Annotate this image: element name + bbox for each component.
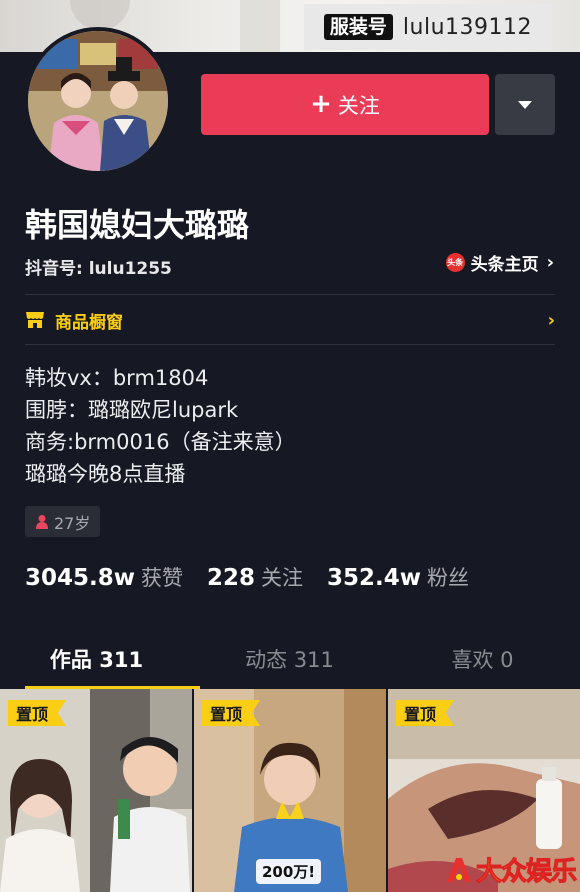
age-tag: 27岁 <box>25 506 101 537</box>
toutiao-homepage-link[interactable]: 头条 头条主页 › <box>445 250 554 275</box>
stat-label: 粉丝 <box>427 566 470 590</box>
content-tabs: 作品 311 动态 311 喜欢 0 <box>0 630 580 689</box>
divider <box>25 294 555 295</box>
banner-id-box: 服装号 lulu139112 <box>303 4 552 50</box>
more-options-button[interactable] <box>495 74 555 135</box>
stat-value: 352.4w <box>327 565 422 591</box>
watermark-logo-icon <box>446 857 471 882</box>
shop-icon <box>26 312 44 328</box>
stat-followers[interactable]: 352.4w 粉丝 <box>327 562 469 592</box>
video-caption: 200万! <box>256 859 322 884</box>
pinned-badge: 置顶 <box>396 700 455 726</box>
banner-decoration <box>70 0 130 30</box>
female-icon <box>36 514 48 529</box>
profile-nickname: 韩国媳妇大璐璐 <box>25 206 250 244</box>
shop-window-label: 商品橱窗 <box>55 312 123 333</box>
watermark: 大众娱乐 <box>444 851 578 888</box>
stat-label: 获赞 <box>141 566 184 590</box>
stat-value: 228 <box>207 565 256 591</box>
profile-stats: 3045.8w 获赞 228 关注 352.4w 粉丝 <box>25 562 493 592</box>
toutiao-link-label: 头条主页 <box>470 255 539 275</box>
age-tag-label: 27岁 <box>54 513 91 533</box>
profile-bio: 韩妆vx：brm1804 围脖：璐璐欧尼lupark 商务:brm0016（备注… <box>25 362 296 490</box>
banner-id-value: lulu139112 <box>402 14 532 40</box>
follow-button[interactable]: + 关注 <box>201 74 489 135</box>
pinned-badge: 置顶 <box>8 700 67 726</box>
douyin-id: 抖音号: lulu1255 <box>25 259 172 279</box>
bio-line: 韩妆vx：brm1804 <box>25 366 209 390</box>
stat-label: 关注 <box>261 566 304 590</box>
dropdown-triangle-icon <box>518 100 532 109</box>
stat-following[interactable]: 228 关注 <box>207 562 303 592</box>
bio-line: 璐璐今晚8点直播 <box>25 462 186 486</box>
video-thumbnail[interactable]: 置顶 200万! <box>194 689 386 892</box>
tab-works[interactable]: 作品 311 <box>0 630 200 689</box>
video-thumbnail[interactable]: 置顶 <box>0 689 192 892</box>
shop-window-link[interactable]: 商品橱窗 › <box>25 296 555 344</box>
plus-icon: + <box>310 88 332 119</box>
bio-line: 围脖：璐璐欧尼lupark <box>25 398 239 422</box>
banner-id-tag: 服装号 <box>323 14 393 40</box>
stat-likes[interactable]: 3045.8w 获赞 <box>25 562 183 592</box>
toutiao-icon: 头条 <box>445 253 465 272</box>
avatar[interactable] <box>24 27 172 175</box>
follow-button-label: 关注 <box>337 93 380 118</box>
bio-line: 商务:brm0016（备注来意） <box>25 430 296 454</box>
watermark-text: 大众娱乐 <box>475 857 577 888</box>
tab-likes[interactable]: 喜欢 0 <box>386 630 579 688</box>
banner-decoration <box>240 0 280 52</box>
pinned-badge: 置顶 <box>202 700 261 726</box>
avatar-image <box>28 31 168 171</box>
tab-moments[interactable]: 动态 311 <box>193 630 386 688</box>
chevron-right-icon: › <box>546 252 554 273</box>
divider <box>25 344 555 345</box>
stat-value: 3045.8w <box>25 565 136 591</box>
chevron-right-icon: › <box>547 309 555 331</box>
